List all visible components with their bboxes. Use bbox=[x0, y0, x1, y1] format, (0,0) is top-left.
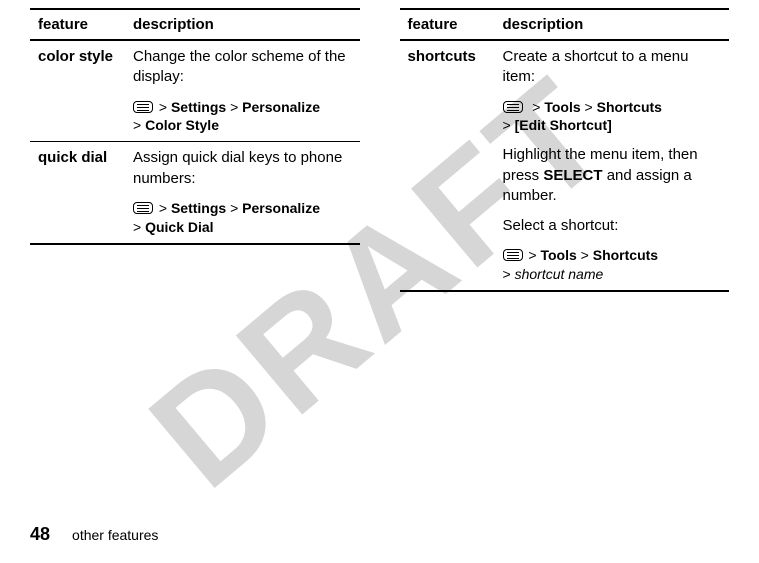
feature-cell: shortcuts bbox=[400, 40, 495, 291]
description-cell: Assign quick dial keys to phone numbers:… bbox=[125, 142, 360, 244]
path-part: Color Style bbox=[145, 117, 219, 133]
table-row: color style Change the color scheme of t… bbox=[30, 40, 360, 142]
path-part: Personalize bbox=[242, 99, 320, 115]
select-key-label: SELECT bbox=[543, 167, 602, 184]
nav-path: > Tools > Shortcuts > shortcut name bbox=[503, 246, 722, 284]
page-content: feature description color style Change t… bbox=[0, 0, 759, 292]
instruction-text: Select a shortcut: bbox=[503, 216, 722, 236]
left-features-table: feature description color style Change t… bbox=[30, 8, 360, 245]
page-footer: 48 other features bbox=[30, 524, 158, 545]
col-header-feature: feature bbox=[30, 9, 125, 40]
menu-key-icon bbox=[503, 101, 523, 113]
path-part: Settings bbox=[171, 200, 226, 216]
path-part: Personalize bbox=[242, 200, 320, 216]
page-number: 48 bbox=[30, 524, 50, 545]
feature-cell: color style bbox=[30, 40, 125, 142]
desc-text: Assign quick dial keys to phone numbers: bbox=[133, 149, 342, 186]
table-row: shortcuts Create a shortcut to a menu it… bbox=[400, 40, 730, 291]
path-part: Settings bbox=[171, 99, 226, 115]
right-features-table: feature description shortcuts Create a s… bbox=[400, 8, 730, 292]
path-part: Shortcuts bbox=[593, 247, 658, 263]
desc-text: Create a shortcut to a menu item: bbox=[503, 48, 689, 85]
left-column: feature description color style Change t… bbox=[30, 8, 360, 292]
section-title: other features bbox=[72, 527, 158, 543]
menu-key-icon bbox=[133, 202, 153, 214]
table-row: quick dial Assign quick dial keys to pho… bbox=[30, 142, 360, 244]
feature-cell: quick dial bbox=[30, 142, 125, 244]
col-header-description: description bbox=[125, 9, 360, 40]
path-part: Tools bbox=[540, 247, 576, 263]
right-column: feature description shortcuts Create a s… bbox=[400, 8, 730, 292]
menu-key-icon bbox=[133, 101, 153, 113]
path-part: Shortcuts bbox=[597, 99, 662, 115]
col-header-description: description bbox=[495, 9, 730, 40]
desc-text: Change the color scheme of the display: bbox=[133, 48, 346, 85]
nav-path: > Settings > Personalize > Color Style bbox=[133, 98, 352, 136]
menu-key-icon bbox=[503, 249, 523, 261]
path-part: [Edit Shortcut] bbox=[515, 117, 612, 133]
path-part: Quick Dial bbox=[145, 219, 213, 235]
nav-path: > Tools > Shortcuts > [Edit Shortcut] bbox=[503, 98, 722, 136]
instruction-text: Highlight the menu item, then press SELE… bbox=[503, 145, 722, 206]
nav-path: > Settings > Personalize > Quick Dial bbox=[133, 199, 352, 237]
col-header-feature: feature bbox=[400, 9, 495, 40]
description-cell: Change the color scheme of the display: … bbox=[125, 40, 360, 142]
description-cell: Create a shortcut to a menu item: > Tool… bbox=[495, 40, 730, 291]
path-part-variable: shortcut name bbox=[515, 266, 604, 282]
path-part: Tools bbox=[544, 99, 580, 115]
